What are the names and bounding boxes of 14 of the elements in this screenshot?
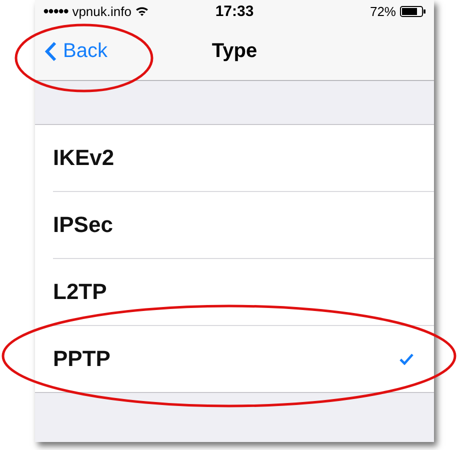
battery-percent: 72% [370,4,396,18]
back-button[interactable]: Back [35,40,108,62]
wifi-icon [135,6,150,16]
chevron-icon [45,40,57,62]
option-row[interactable]: PPTP [53,326,434,392]
checkmark-icon [399,353,414,365]
carrier-name: vpnuk.info [72,4,132,18]
screen-title: Type [212,40,258,62]
battery-icon [400,6,426,16]
option-row[interactable]: IPSec [53,192,434,259]
option-row[interactable]: IKEv2 [53,125,434,192]
status-time: 17:33 [215,2,254,20]
option-row[interactable]: L2TP [53,259,434,326]
signal-dots: ●●●●● [43,6,68,16]
